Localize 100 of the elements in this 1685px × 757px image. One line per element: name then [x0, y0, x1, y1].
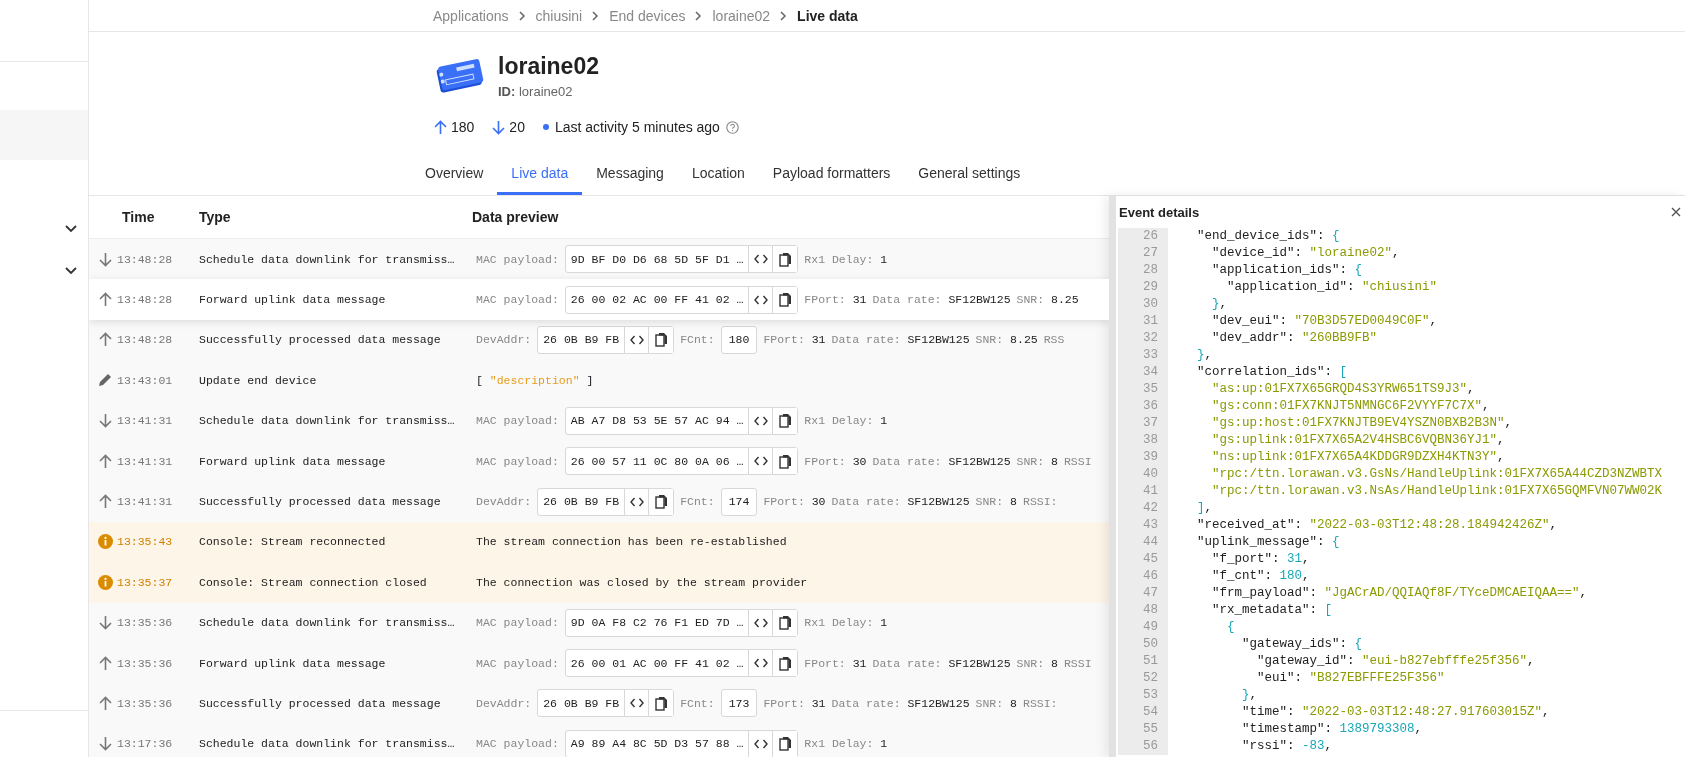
- field-label: FPort:: [804, 454, 846, 468]
- line-number: 31: [1118, 313, 1168, 330]
- copy-icon: [778, 453, 792, 469]
- preview-label: MAC payload:: [476, 616, 559, 630]
- field-label: Data rate:: [831, 495, 901, 509]
- event-time: 13:35:43: [117, 535, 174, 549]
- line-number: 28: [1118, 262, 1168, 279]
- field-label: Data rate:: [831, 697, 901, 710]
- event-row[interactable]: 13:41:31 Successfully processed data message DevAddr: 26 0B B9 FB FCnt: 174 FPort: 30 Data rate: SF12BW125 SNR: 8 RSSI:: [89, 481, 1109, 522]
- tab[interactable]: Messaging: [582, 155, 678, 195]
- preview-label: MAC payload:: [476, 293, 559, 307]
- event-time: 13:48:28: [117, 252, 174, 266]
- code-line: "timestamp": 1389793308,: [1241, 721, 1423, 738]
- copy-icon: [778, 292, 792, 308]
- event-time: 13:41:31: [117, 495, 174, 509]
- field-value: 8.25: [1010, 333, 1038, 347]
- code-icon: [629, 496, 644, 507]
- code-line: "f_cnt": 180,: [1211, 568, 1310, 585]
- field-label: FPort:: [763, 495, 805, 509]
- field-label: SNR:: [975, 333, 1004, 347]
- close-icon[interactable]: [1671, 207, 1681, 217]
- code-line: },: [1211, 296, 1228, 313]
- last-activity: Last activity 5 minutes ago: [554, 119, 720, 135]
- event-time: 13:35:36: [117, 697, 174, 710]
- preview-label: RSS: [1043, 333, 1065, 347]
- line-number: 51: [1118, 653, 1168, 670]
- uplink-arrow-icon: [98, 655, 112, 671]
- code-line: "time": "2022-03-03T12:48:27.917603015Z",: [1241, 704, 1550, 721]
- field-label: Data rate:: [872, 454, 942, 468]
- copy-icon: [654, 494, 668, 510]
- preview-label: MAC payload:: [476, 656, 559, 670]
- line-number: 37: [1118, 415, 1168, 432]
- event-type: Schedule data downlink for transmiss…: [199, 414, 456, 428]
- code-line: "as:up:01FX7X65GRQD4S3YRW651TS9J3",: [1211, 381, 1475, 398]
- event-type: Forward uplink data message: [199, 454, 387, 468]
- tab[interactable]: General settings: [904, 155, 1035, 195]
- event-row[interactable]: 13:48:28 Successfully processed data message DevAddr: 26 0B B9 FB FCnt: 180 FPort: 31 Data rate: SF12BW125 SNR: 8.25 RSS: [89, 319, 1109, 361]
- copy-icon: [654, 332, 668, 348]
- code-line: },: [1241, 687, 1258, 704]
- uplink-count: 180: [451, 119, 475, 135]
- event-row[interactable]: 13:17:36 Schedule data downlink for transmiss… MAC payload: A9 89 A4 8C 5D D3 57 88 … Rx1 Delay: 1: [89, 723, 1109, 757]
- code-icon: [629, 334, 644, 345]
- event-time: 13:35:36: [117, 616, 174, 630]
- event-row[interactable]: 13:43:01 Update end device [ "description" ]: [89, 360, 1109, 401]
- line-number: 29: [1118, 279, 1168, 296]
- copy-icon: [778, 655, 792, 671]
- event-row[interactable]: 13:35:43 Console: Stream reconnected The stream connection has been re-established: [89, 521, 1109, 563]
- code-line: "gs:up:host:01FX7KNJTB9EV4YSZN0BXB2B3N",: [1211, 415, 1513, 432]
- panel-title: Event details: [1119, 204, 1200, 220]
- chevron-down-icon[interactable]: [65, 225, 77, 233]
- event-row[interactable]: 13:35:37 Console: Stream connection closed The connection was closed by the stream provider: [89, 562, 1109, 603]
- event-type: Forward uplink data message: [199, 293, 387, 307]
- tab[interactable]: Location: [677, 155, 759, 195]
- frame-count-field: 173: [720, 689, 758, 718]
- event-row[interactable]: 13:48:28 Schedule data downlink for transmiss… MAC payload: 9D BF D0 D6 68 5D 5F D1 … Rx1 Delay: 1: [89, 239, 1109, 280]
- breadcrumb-link[interactable]: loraine02: [712, 7, 771, 24]
- line-number: 39: [1118, 449, 1168, 466]
- code-icon: [753, 738, 768, 749]
- code-icon: [753, 617, 768, 628]
- code-line: "gateway_ids": {: [1241, 636, 1363, 653]
- line-number: 26: [1118, 228, 1168, 245]
- field-value: SF12BW125: [907, 697, 970, 710]
- breadcrumb-link[interactable]: End devices: [609, 7, 686, 24]
- chevron-down-icon[interactable]: [65, 267, 77, 275]
- event-row[interactable]: 13:41:31 Forward uplink data message MAC payload: 26 00 57 11 0C 80 0A 06 … FPort: 30 Data rate: SF12BW125 SNR: 8 RSSI: [89, 440, 1109, 482]
- line-number: 35: [1118, 381, 1168, 398]
- code-line: "eui": "B827EBFFFE25F356": [1256, 670, 1445, 687]
- breadcrumb-current: Live data: [797, 7, 858, 24]
- event-row[interactable]: 13:35:36 Schedule data downlink for transmiss… MAC payload: 9D 0A F8 C2 76 F1 ED 7D … Rx1 Delay: 1: [89, 602, 1109, 643]
- tab[interactable]: Payload formatters: [758, 155, 905, 195]
- device-id: ID: loraine02: [498, 84, 574, 99]
- line-number: 32: [1118, 330, 1168, 347]
- event-row[interactable]: 13:35:36 Successfully processed data message DevAddr: 26 0B B9 FB FCnt: 173 FPort: 31 Data rate: SF12BW125 SNR: 8 RSSI:: [89, 683, 1109, 724]
- code-line: "dev_addr": "260BB9FB": [1211, 330, 1378, 347]
- code-line: "frm_payload": "JgACrAD/QQIAQf8F/TYceDMCAEIQAA==",: [1211, 585, 1588, 602]
- preview-label: MAC payload:: [476, 414, 559, 428]
- event-time: 13:35:37: [117, 575, 174, 589]
- help-icon[interactable]: [725, 120, 739, 134]
- field-value: 8.25: [1051, 293, 1079, 307]
- downlink-arrow-icon: [98, 413, 112, 429]
- code-icon: [753, 415, 768, 426]
- event-row[interactable]: 13:35:36 Forward uplink data message MAC payload: 26 00 01 AC 00 FF 41 02 … FPort: 31 Data rate: SF12BW125 SNR: 8 RSSI: [89, 642, 1109, 684]
- code-line: },: [1196, 347, 1213, 364]
- device-name: loraine02: [498, 52, 599, 80]
- preview-label: FCnt:: [680, 697, 715, 710]
- uplink-arrow-icon: [98, 453, 112, 469]
- field-value: 1: [880, 737, 888, 751]
- breadcrumb-link[interactable]: Applications: [433, 7, 509, 24]
- event-type: Successfully processed data message: [199, 495, 442, 509]
- field-label: Data rate:: [831, 333, 901, 347]
- field-value: SF12BW125: [948, 293, 1011, 307]
- tab[interactable]: Overview: [411, 155, 498, 195]
- event-row[interactable]: 13:41:31 Schedule data downlink for transmiss… MAC payload: AB A7 D8 53 5E 57 AC 94 … Rx1 Delay: 1: [89, 400, 1109, 441]
- breadcrumb-link[interactable]: chiusini: [535, 7, 583, 24]
- code-line: "device_id": "loraine02",: [1211, 245, 1400, 262]
- downlink-arrow-icon: [98, 736, 112, 752]
- event-type: Forward uplink data message: [199, 656, 387, 670]
- code-line: "received_at": "2022-03-03T12:48:28.184942426Z",: [1196, 517, 1558, 534]
- downlink-arrow-icon: [98, 615, 112, 631]
- event-row[interactable]: 13:48:28 Forward uplink data message MAC payload: 26 00 02 AC 00 FF 41 02 … FPort: 31 Data rate: SF12BW125 SNR: 8.25: [89, 279, 1109, 320]
